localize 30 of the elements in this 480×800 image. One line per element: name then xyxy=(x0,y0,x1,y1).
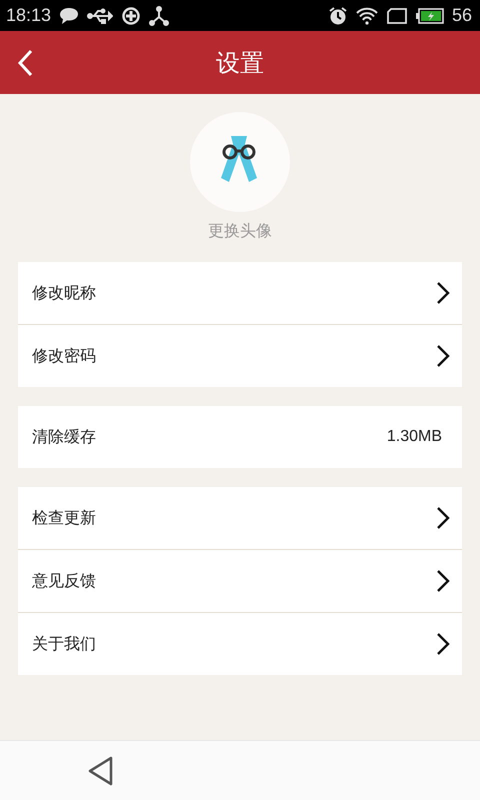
settings-row[interactable]: 修改昵称 xyxy=(18,262,462,325)
page-title: 设置 xyxy=(216,48,264,78)
status-time: 18:13 xyxy=(6,5,52,26)
sync-icon xyxy=(121,6,142,26)
settings-row[interactable]: 修改密码 xyxy=(18,325,462,387)
chat-bubble-icon xyxy=(59,6,80,24)
alarm-icon xyxy=(328,6,348,26)
row-label: 修改昵称 xyxy=(32,282,97,304)
row-label: 意见反馈 xyxy=(32,570,97,592)
settings-row[interactable]: 检查更新 xyxy=(18,487,462,550)
battery-level: 56 xyxy=(452,5,472,26)
sim-card-icon xyxy=(386,6,408,24)
back-nav-icon[interactable] xyxy=(88,756,114,786)
settings-row[interactable]: 关于我们 xyxy=(18,613,462,675)
chevron-right-icon xyxy=(436,344,450,368)
row-label: 检查更新 xyxy=(32,508,97,528)
wifi-icon xyxy=(356,6,378,24)
settings-row[interactable]: 意见反馈 xyxy=(18,550,462,613)
chevron-right-icon xyxy=(436,506,450,530)
chevron-right-icon xyxy=(436,281,450,305)
cache-size: 1.30MB xyxy=(386,428,442,446)
row-label: 修改密码 xyxy=(32,346,97,366)
share-nodes-icon xyxy=(149,6,170,26)
chevron-right-icon xyxy=(436,632,450,656)
chevron-right-icon xyxy=(436,569,450,593)
battery-icon xyxy=(416,8,444,24)
settings-row[interactable]: 清除缓存 1.30MB xyxy=(18,406,462,468)
row-label: 关于我们 xyxy=(32,634,97,654)
usb-icon xyxy=(87,6,114,24)
row-label: 清除缓存 xyxy=(32,426,97,448)
